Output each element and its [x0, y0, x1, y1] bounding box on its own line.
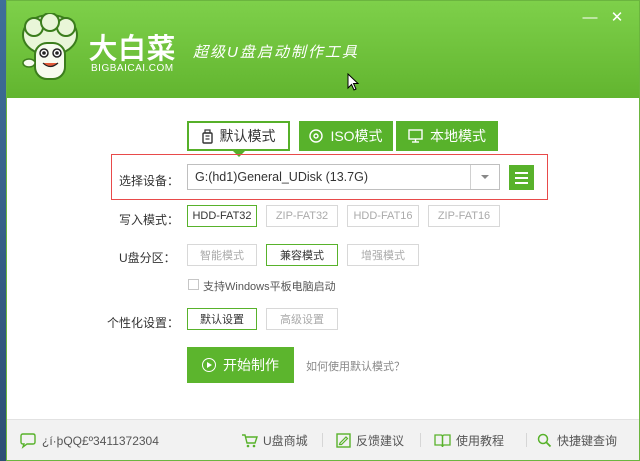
- footer-shop-label: U盘商城: [263, 434, 308, 448]
- footer-divider: [420, 433, 421, 447]
- windows-tablet-checkbox[interactable]: [188, 279, 199, 290]
- write-mode-label: 写入模式：: [119, 213, 180, 227]
- start-button-label: 开始制作: [223, 357, 279, 373]
- footer-shortcut-link[interactable]: 快捷键查询: [537, 420, 617, 461]
- write-mode-hdd-fat16[interactable]: HDD-FAT16: [347, 205, 419, 227]
- personalize-advanced[interactable]: 高级设置: [266, 308, 338, 330]
- footer-qq-text: ¿í·þQQ£º3411372304: [42, 433, 159, 448]
- device-menu-button[interactable]: [509, 165, 534, 190]
- chevron-down-icon[interactable]: [470, 165, 499, 189]
- start-button[interactable]: 开始制作: [187, 347, 294, 383]
- footer-shop-link[interactable]: U盘商城: [241, 420, 308, 461]
- write-mode-hdd-fat32[interactable]: HDD-FAT32: [187, 205, 257, 227]
- disc-icon: [309, 129, 324, 143]
- slogan: 超级U盘启动制作工具: [193, 44, 359, 61]
- search-icon: [537, 433, 552, 448]
- personalize-default[interactable]: 默认设置: [187, 308, 257, 330]
- tab-local-mode[interactable]: 本地模式: [396, 121, 498, 151]
- partition-compatible[interactable]: 兼容模式: [266, 244, 338, 266]
- footer-qq[interactable]: ¿í·þQQ£º3411372304: [19, 420, 159, 461]
- help-link[interactable]: 如何使用默认模式？: [306, 358, 405, 374]
- footer-feedback-link[interactable]: 反馈建议: [336, 420, 404, 461]
- footer-divider: [322, 433, 323, 447]
- cart-icon: [242, 434, 258, 448]
- device-label: 选择设备：: [119, 174, 180, 188]
- play-icon: [202, 358, 216, 372]
- tab-iso-mode[interactable]: ISO模式: [299, 121, 393, 151]
- close-button[interactable]: ✕: [607, 9, 627, 27]
- book-icon: [434, 434, 451, 448]
- app-window: 大白菜 BIGBAICAI.COM 超级U盘启动制作工具 — ✕ 默认模式 IS…: [6, 0, 640, 461]
- tab-iso-label: ISO模式: [330, 128, 383, 144]
- tab-default-mode[interactable]: 默认模式: [187, 121, 290, 151]
- brand-url: BIGBAICAI.COM: [91, 63, 174, 74]
- write-mode-zip-fat32[interactable]: ZIP-FAT32: [266, 205, 338, 227]
- footer-shortcut-label: 快捷键查询: [557, 434, 618, 448]
- tab-local-label: 本地模式: [430, 128, 486, 144]
- device-dropdown[interactable]: G:(hd1)General_UDisk (13.7G): [187, 164, 500, 190]
- mouse-cursor-icon: [347, 73, 359, 91]
- partition-smart[interactable]: 智能模式: [187, 244, 257, 266]
- partition-label: U盘分区：: [119, 251, 176, 265]
- feedback-icon: [336, 433, 351, 448]
- partition-enhanced[interactable]: 增强模式: [347, 244, 419, 266]
- footer-tutorial-label: 使用教程: [456, 434, 505, 448]
- minimize-button[interactable]: —: [580, 9, 600, 27]
- mascot-logo: [22, 13, 78, 80]
- monitor-icon: [408, 129, 423, 143]
- usb-drive-icon: [201, 128, 213, 144]
- personalize-label: 个性化设置：: [107, 316, 180, 330]
- write-mode-zip-fat16[interactable]: ZIP-FAT16: [428, 205, 500, 227]
- footer: ¿í·þQQ£º3411372304 U盘商城 反馈建议 使用教程 快捷键查询: [7, 419, 639, 460]
- footer-tutorial-link[interactable]: 使用教程: [434, 420, 504, 461]
- device-value: G:(hd1)General_UDisk (13.7G): [195, 170, 368, 184]
- footer-divider: [526, 433, 527, 447]
- tab-default-label: 默认模式: [219, 128, 276, 144]
- chat-icon: [20, 432, 36, 449]
- brand-name: 大白菜: [89, 33, 177, 64]
- footer-feedback-label: 反馈建议: [356, 434, 405, 448]
- header: 大白菜 BIGBAICAI.COM 超级U盘启动制作工具 — ✕: [7, 1, 639, 98]
- windows-tablet-label[interactable]: 支持Windows平板电脑启动: [203, 278, 336, 294]
- menu-icon: [515, 171, 528, 174]
